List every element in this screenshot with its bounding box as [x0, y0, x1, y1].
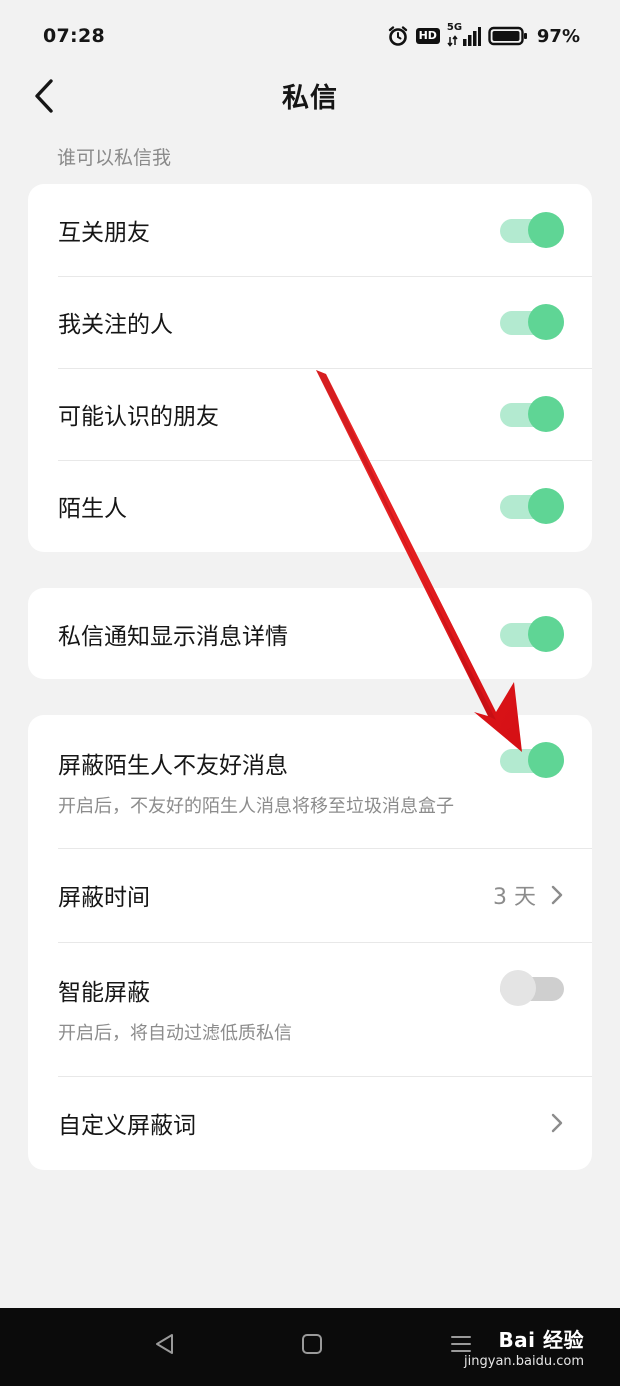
setting-label: 陌生人: [58, 496, 127, 522]
setting-label: 智能屏蔽: [58, 980, 150, 1006]
toggle-switch-strangers[interactable]: [500, 488, 564, 524]
battery-percent: 97%: [536, 25, 580, 47]
setting-label: 屏蔽陌生人不友好消息: [58, 752, 288, 779]
setting-row-block-time[interactable]: 屏蔽时间 3 天: [28, 848, 592, 942]
setting-row-smart-block[interactable]: 智能屏蔽 开启后，将自动过滤低质私信: [28, 942, 592, 1076]
header: 私信: [0, 66, 620, 126]
back-triangle-icon[interactable]: [153, 1332, 175, 1356]
setting-label: 互关朋友: [58, 220, 150, 246]
setting-label: 可能认识的朋友: [58, 404, 219, 430]
who-can-message-card: 互关朋友 我关注的人 可能认识的朋友 陌生人: [28, 184, 592, 552]
status-time: 07:28: [43, 25, 105, 47]
setting-row-strangers[interactable]: 陌生人: [28, 460, 592, 552]
home-square-icon[interactable]: [301, 1332, 323, 1356]
block-time-value: 3 天: [493, 885, 536, 910]
setting-row-notification-details[interactable]: 私信通知显示消息详情: [28, 588, 592, 679]
setting-row-mutual-friends[interactable]: 互关朋友: [28, 184, 592, 276]
setting-label: 我关注的人: [58, 312, 173, 338]
toggle-switch-smart-block[interactable]: [500, 970, 564, 1006]
hd-badge: HD: [415, 28, 440, 44]
baidu-jingyan-watermark: Bai 经验 jingyan.baidu.com: [464, 1324, 584, 1369]
toggle-switch-block-strangers[interactable]: [500, 742, 564, 778]
blocking-card: 屏蔽陌生人不友好消息 开启后，不友好的陌生人消息将移至垃圾消息盒子 屏蔽时间 3…: [28, 715, 592, 1170]
watermark-brand: Bai 经验: [498, 1328, 584, 1352]
setting-row-may-know[interactable]: 可能认识的朋友: [28, 368, 592, 460]
toggle-switch-may-know[interactable]: [500, 396, 564, 432]
system-navigation-bar: Bai 经验 jingyan.baidu.com: [0, 1308, 620, 1386]
status-bar: 07:28 HD 5G 97%: [0, 0, 620, 72]
battery-icon: [488, 26, 527, 46]
setting-description: 开启后，不友好的陌生人消息将移至垃圾消息盒子: [58, 795, 454, 817]
setting-description: 开启后，将自动过滤低质私信: [58, 1023, 292, 1044]
cellular-signal-icon: 5G: [447, 22, 481, 47]
notification-card: 私信通知显示消息详情: [28, 588, 592, 679]
setting-label: 自定义屏蔽词: [58, 1113, 196, 1139]
chevron-right-icon: [551, 1113, 563, 1133]
status-icons: HD 5G 97%: [387, 22, 580, 47]
toggle-switch-following[interactable]: [500, 304, 564, 340]
setting-row-custom-block-words[interactable]: 自定义屏蔽词: [28, 1076, 592, 1170]
section-label: 谁可以私信我: [57, 147, 172, 169]
setting-label: 屏蔽时间: [58, 885, 150, 911]
chevron-right-icon: [551, 885, 563, 905]
toggle-switch-notification-details[interactable]: [500, 615, 564, 652]
setting-label: 私信通知显示消息详情: [58, 623, 288, 650]
page-title: 私信: [282, 83, 338, 114]
toggle-switch-mutual-friends[interactable]: [500, 212, 564, 248]
alarm-clock-icon: [388, 26, 407, 46]
setting-row-following[interactable]: 我关注的人: [28, 276, 592, 368]
setting-row-block-strangers[interactable]: 屏蔽陌生人不友好消息 开启后，不友好的陌生人消息将移至垃圾消息盒子: [28, 715, 592, 848]
watermark-url: jingyan.baidu.com: [464, 1354, 584, 1369]
